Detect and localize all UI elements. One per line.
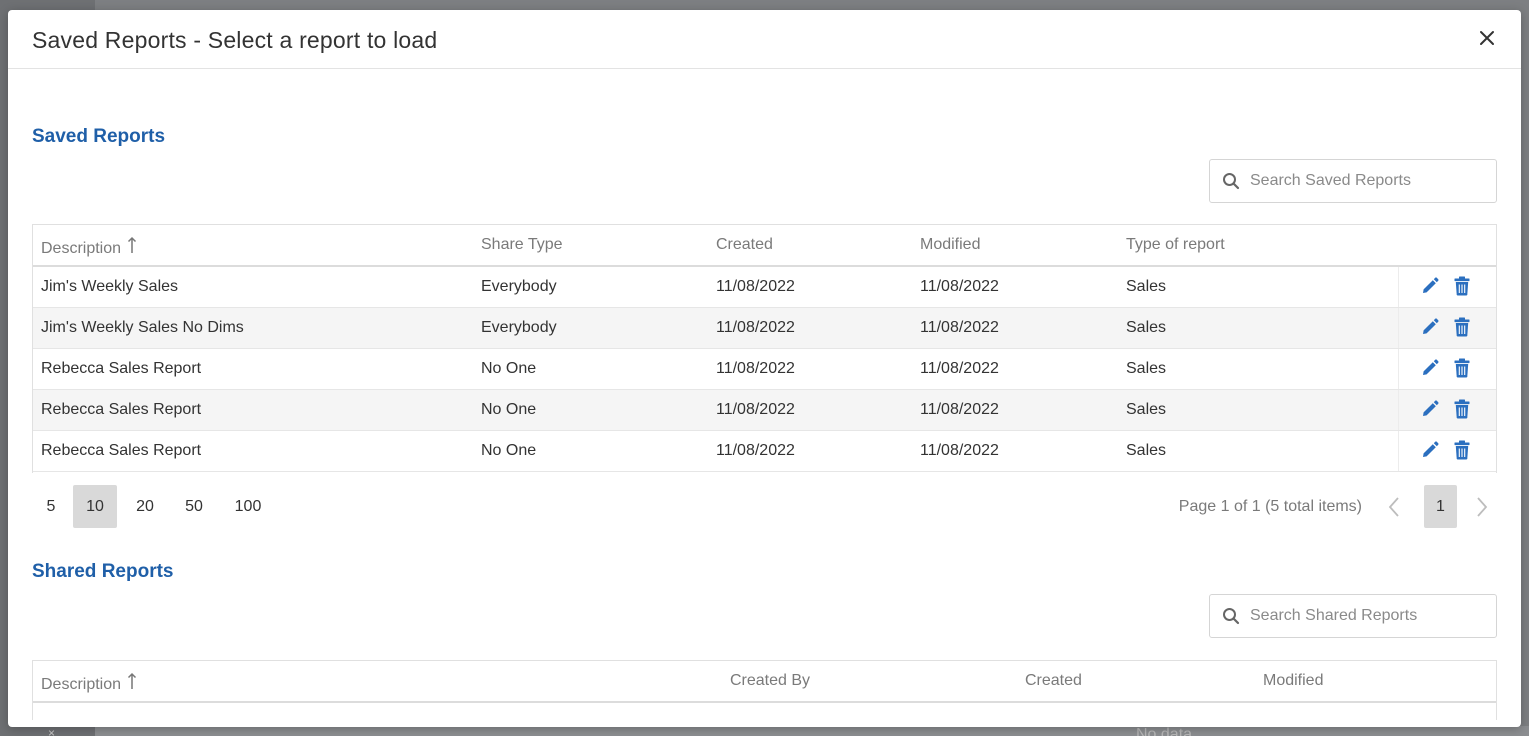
saved-reports-grid: Description Share Type Created Modified …: [32, 224, 1497, 473]
cell-share-type: No One: [481, 442, 537, 459]
cell-type: Sales: [1126, 401, 1167, 418]
trash-icon[interactable]: [1454, 440, 1470, 460]
chevron-right-icon[interactable]: [1475, 496, 1489, 518]
search-icon: [1223, 173, 1240, 190]
trash-icon[interactable]: [1454, 276, 1470, 296]
cell-created: 11/08/2022: [716, 442, 795, 459]
page-size-option[interactable]: 5: [32, 485, 70, 528]
background-no-data: No data: [1136, 726, 1193, 736]
cell-modified: 11/08/2022: [920, 442, 999, 459]
cell-type: Sales: [1126, 278, 1167, 295]
page-size-option[interactable]: 100: [221, 485, 275, 528]
shared-column-header-modified[interactable]: Modified: [1263, 672, 1323, 690]
table-row[interactable]: Rebecca Sales Report No One 11/08/2022 11/0…: [33, 431, 1496, 472]
trash-icon[interactable]: [1454, 399, 1470, 419]
trash-icon[interactable]: [1454, 317, 1470, 337]
row-actions: [1398, 267, 1496, 307]
page-size-option[interactable]: 10: [73, 485, 117, 528]
row-actions: [1398, 349, 1496, 389]
trash-icon[interactable]: [1454, 358, 1470, 378]
column-header-share-type[interactable]: Share Type: [481, 236, 563, 254]
close-button[interactable]: [1475, 26, 1499, 50]
table-row[interactable]: Rebecca Sales Report No One 11/08/2022 11/0…: [33, 349, 1496, 390]
search-icon: [1223, 608, 1240, 625]
shared-column-header-description-label: Description: [41, 676, 122, 693]
shared-reports-grid: Description Created By Created Modified: [32, 660, 1497, 720]
cell-created: 11/08/2022: [716, 360, 795, 377]
pencil-icon[interactable]: [1421, 441, 1439, 459]
dialog-header: Saved Reports - Select a report to load: [8, 10, 1521, 69]
row-actions: [1398, 431, 1496, 471]
pencil-icon[interactable]: [1421, 400, 1439, 418]
saved-reports-rows: Jim's Weekly Sales Everybody 11/08/2022 11/…: [33, 267, 1496, 472]
shared-column-header-created-by[interactable]: Created By: [730, 672, 810, 690]
background-close-mark: ×: [48, 726, 56, 736]
sort-ascending-icon: [128, 236, 137, 253]
pencil-icon[interactable]: [1421, 277, 1439, 295]
shared-reports-search: [1209, 594, 1497, 638]
table-row[interactable]: Rebecca Sales Report No One 11/08/2022 11/0…: [33, 390, 1496, 431]
shared-column-header-description[interactable]: Description: [41, 672, 137, 694]
row-actions: [1398, 308, 1496, 348]
column-header-modified[interactable]: Modified: [920, 236, 980, 254]
saved-reports-heading: Saved Reports: [32, 126, 166, 147]
chevron-left-icon[interactable]: [1387, 496, 1401, 518]
cell-share-type: No One: [481, 401, 537, 418]
cell-share-type: Everybody: [481, 319, 557, 336]
page-number-current[interactable]: 1: [1424, 485, 1457, 528]
dialog-title: Saved Reports - Select a report to load: [32, 27, 438, 53]
cell-description: Rebecca Sales Report: [41, 360, 202, 377]
cell-description: Rebecca Sales Report: [41, 401, 202, 418]
cell-created: 11/08/2022: [716, 401, 795, 418]
pencil-icon[interactable]: [1421, 359, 1439, 377]
saved-reports-search: [1209, 159, 1497, 203]
column-header-type-of-report[interactable]: Type of report: [1126, 236, 1225, 254]
saved-reports-search-input[interactable]: [1250, 168, 1485, 194]
cell-description: Jim's Weekly Sales No Dims: [41, 319, 244, 336]
column-header-description[interactable]: Description: [41, 236, 137, 258]
cell-modified: 11/08/2022: [920, 319, 999, 336]
dialog-body: Saved Reports Description Share Type Cre…: [32, 69, 1497, 727]
page-size-option[interactable]: 50: [172, 485, 216, 528]
saved-reports-dialog: Saved Reports - Select a report to load …: [8, 10, 1521, 727]
row-actions: [1398, 390, 1496, 430]
cell-modified: 11/08/2022: [920, 360, 999, 377]
shared-column-header-created[interactable]: Created: [1025, 672, 1082, 690]
table-row[interactable]: Jim's Weekly Sales Everybody 11/08/2022 11/…: [33, 267, 1496, 308]
shared-reports-heading: Shared Reports: [32, 561, 174, 582]
cell-description: Jim's Weekly Sales: [41, 278, 179, 295]
cell-type: Sales: [1126, 360, 1167, 377]
background-footer: [95, 726, 1529, 736]
page-size-option[interactable]: 20: [123, 485, 167, 528]
cell-type: Sales: [1126, 319, 1167, 336]
cell-description: Rebecca Sales Report: [41, 442, 202, 459]
sort-ascending-icon: [128, 672, 137, 689]
table-row[interactable]: Jim's Weekly Sales No Dims Everybody 11/08…: [33, 308, 1496, 349]
cell-type: Sales: [1126, 442, 1167, 459]
cell-modified: 11/08/2022: [920, 401, 999, 418]
column-header-created[interactable]: Created: [716, 236, 773, 254]
cell-share-type: Everybody: [481, 278, 557, 295]
close-icon: [1480, 31, 1494, 45]
saved-reports-grid-header: Description Share Type Created Modified …: [33, 225, 1496, 267]
cell-modified: 11/08/2022: [920, 278, 999, 295]
saved-reports-pager: 5 10 20 50 100 Page 1 of 1 (5 total items) 1: [32, 485, 1497, 529]
shared-reports-grid-header: Description Created By Created Modified: [33, 661, 1496, 703]
pencil-icon[interactable]: [1421, 318, 1439, 336]
cell-share-type: No One: [481, 360, 537, 377]
cell-created: 11/08/2022: [716, 319, 795, 336]
page-info: Page 1 of 1 (5 total items): [1178, 498, 1362, 515]
shared-reports-search-input[interactable]: [1250, 603, 1485, 629]
cell-created: 11/08/2022: [716, 278, 795, 295]
column-header-description-label: Description: [41, 240, 122, 257]
